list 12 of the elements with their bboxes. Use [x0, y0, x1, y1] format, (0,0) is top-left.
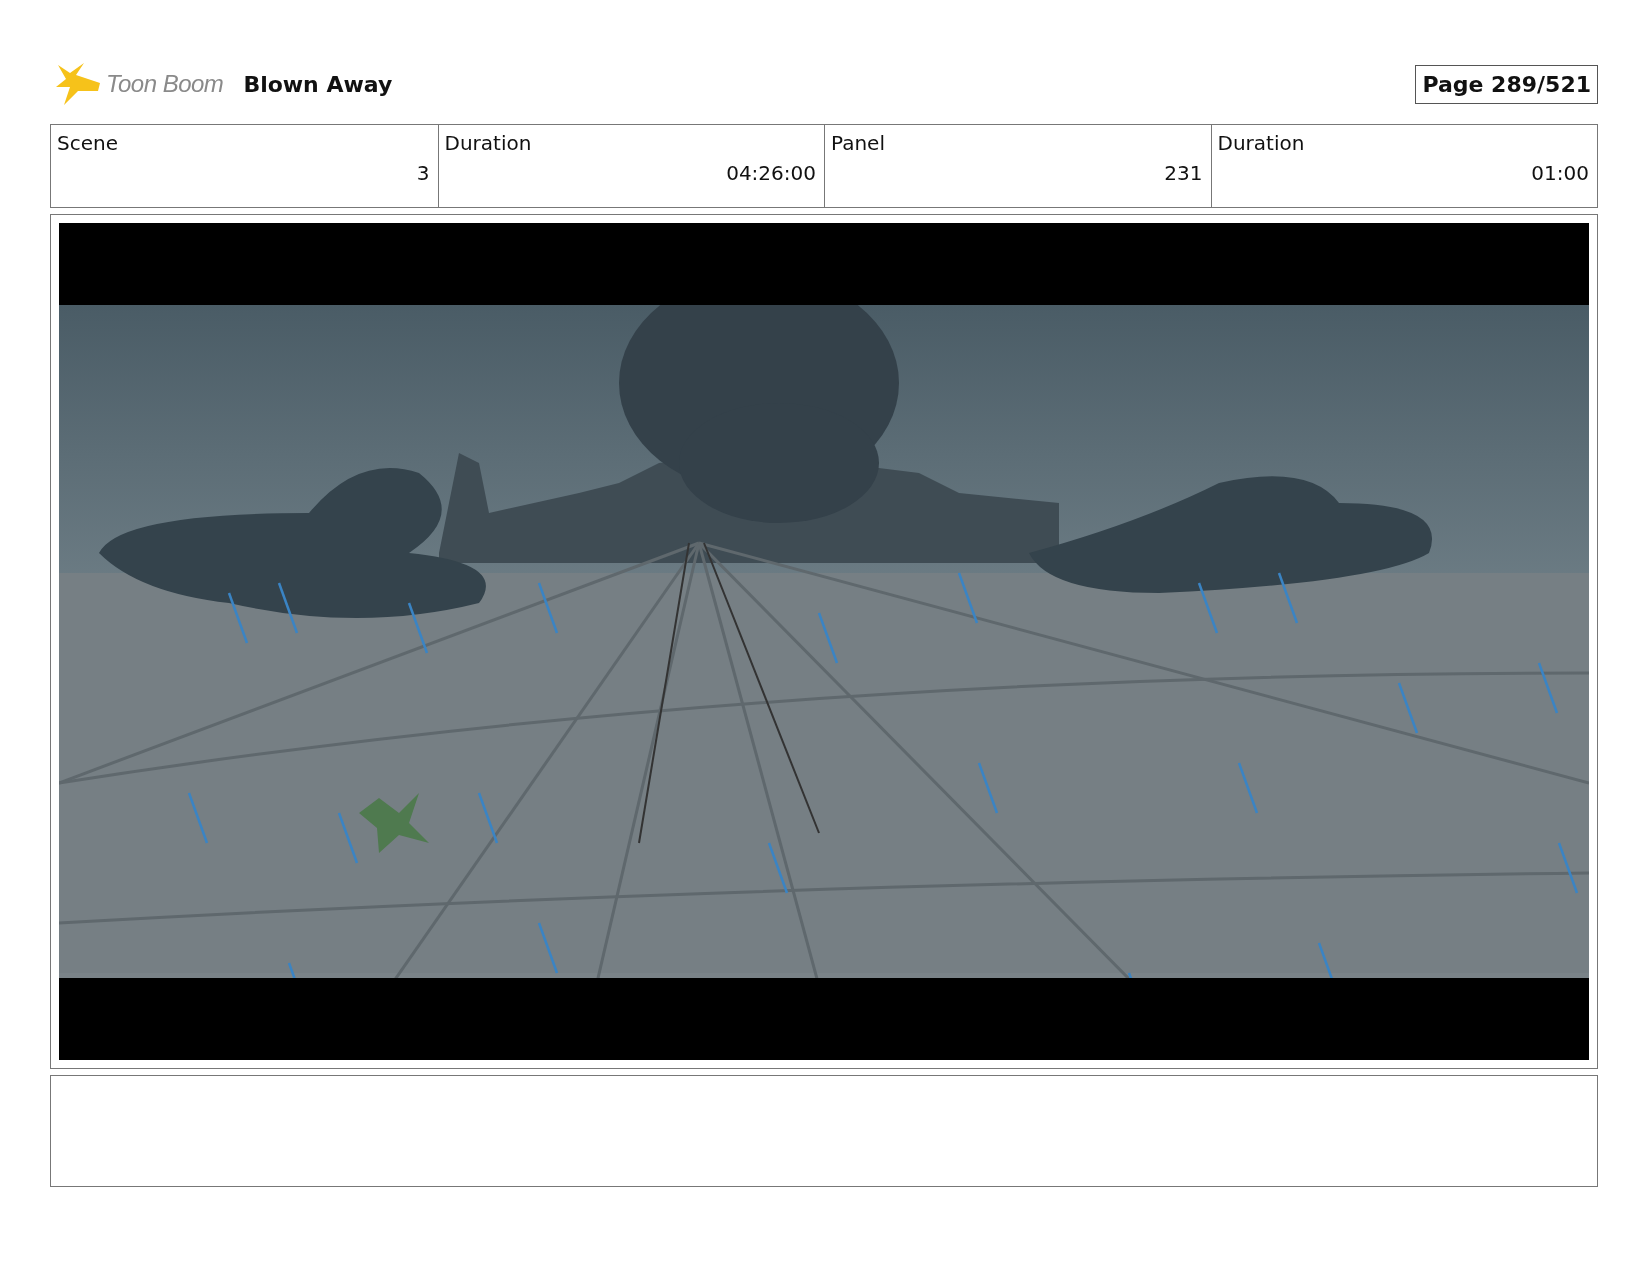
- table-cell-text: 04:26:00: [725, 161, 816, 185]
- logo-text: Toon Boom: [106, 70, 224, 98]
- column-header: Duration: [444, 131, 533, 155]
- project-title: Blown Away: [243, 71, 393, 97]
- table-cell-text: 01:00: [1530, 161, 1589, 185]
- page-number: Page 289/521: [1415, 64, 1598, 104]
- table-cell-text: 231: [1163, 161, 1203, 185]
- column-header: Scene: [57, 131, 119, 155]
- star-burst-icon: [54, 61, 102, 107]
- table-cell-text: 3: [415, 161, 430, 185]
- column-header: Duration: [1217, 131, 1306, 155]
- column-header: Panel: [831, 131, 886, 155]
